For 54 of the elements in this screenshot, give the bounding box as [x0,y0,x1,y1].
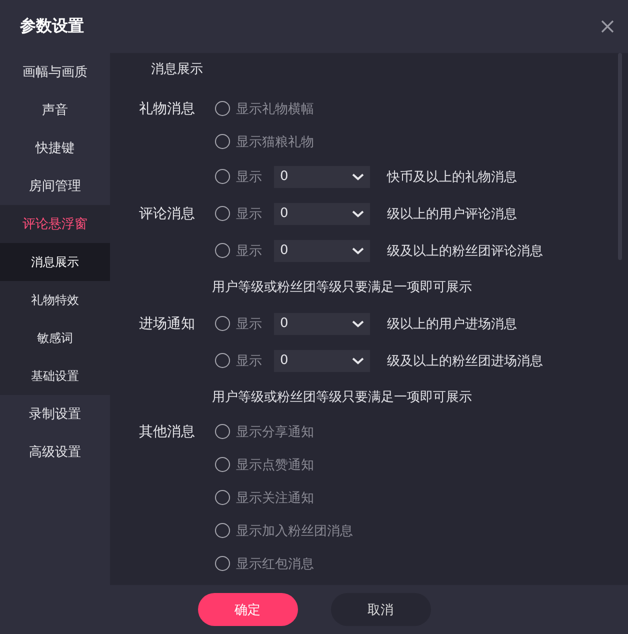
sidebar-item[interactable]: 敏感词 [0,319,110,357]
option-label: 显示红包消息 [236,556,314,572]
option-description: 级及以上的粉丝团进场消息 [387,352,543,370]
radio-button[interactable] [215,424,230,439]
option-label: 显示 [236,168,263,186]
radio-button[interactable] [215,490,230,505]
sidebar-item[interactable]: 消息展示 [0,243,110,281]
level-dropdown[interactable]: 0 [274,240,370,262]
chevron-down-icon [352,210,364,218]
hint-text: 用户等级或粉丝团等级只要满足一项即可展示 [212,389,472,406]
close-icon[interactable] [601,20,614,33]
radio-button[interactable] [215,457,230,472]
radio-button[interactable] [215,243,230,258]
hint-text: 用户等级或粉丝团等级只要满足一项即可展示 [212,279,472,296]
option-description: 级及以上的粉丝团评论消息 [387,242,543,260]
level-dropdown[interactable]: 0 [274,312,370,334]
level-dropdown[interactable]: 0 [274,350,370,372]
radio-button[interactable] [215,523,230,538]
option-description: 快币及以上的礼物消息 [387,168,517,186]
option-label: 显示加入粉丝团消息 [236,522,353,540]
sidebar-item[interactable]: 评论悬浮窗 [0,205,110,243]
radio-button[interactable] [215,556,230,571]
chevron-down-icon [352,172,364,180]
option-label: 显示 [236,206,263,222]
option-description: 级以上的用户评论消息 [387,206,517,222]
radio-button[interactable] [215,316,230,331]
option-label: 显示 [236,242,263,260]
section-label: 进场通知 [139,316,195,332]
option-label: 显示礼物横幅 [236,100,314,118]
radio-button[interactable] [215,134,230,149]
option-label: 显示关注通知 [236,490,314,506]
option-label: 显示 [236,352,263,370]
cancel-button[interactable]: 取消 [330,593,430,626]
radio-button[interactable] [215,101,230,116]
radio-button[interactable] [215,206,230,221]
option-label: 显示猫粮礼物 [236,134,314,150]
level-dropdown[interactable]: 0 [274,166,370,188]
radio-button[interactable] [215,169,230,184]
window-title: 参数设置 [20,16,84,37]
option-label: 显示 [236,316,263,332]
section-label: 礼物消息 [139,100,195,116]
chevron-down-icon [352,356,364,364]
chevron-down-icon [352,320,364,328]
section-label: 其他消息 [139,424,195,440]
section-title: 消息展示 [151,61,203,78]
sidebar-item[interactable]: 基础设置 [0,357,110,395]
level-dropdown[interactable]: 0 [274,202,370,224]
section-label: 评论消息 [139,206,195,222]
option-label: 显示分享通知 [236,424,314,440]
sidebar-item[interactable]: 礼物特效 [0,281,110,319]
option-description: 级以上的用户进场消息 [387,316,517,332]
chevron-down-icon [352,246,364,254]
option-label: 显示点赞通知 [236,456,314,474]
radio-button[interactable] [215,353,230,368]
